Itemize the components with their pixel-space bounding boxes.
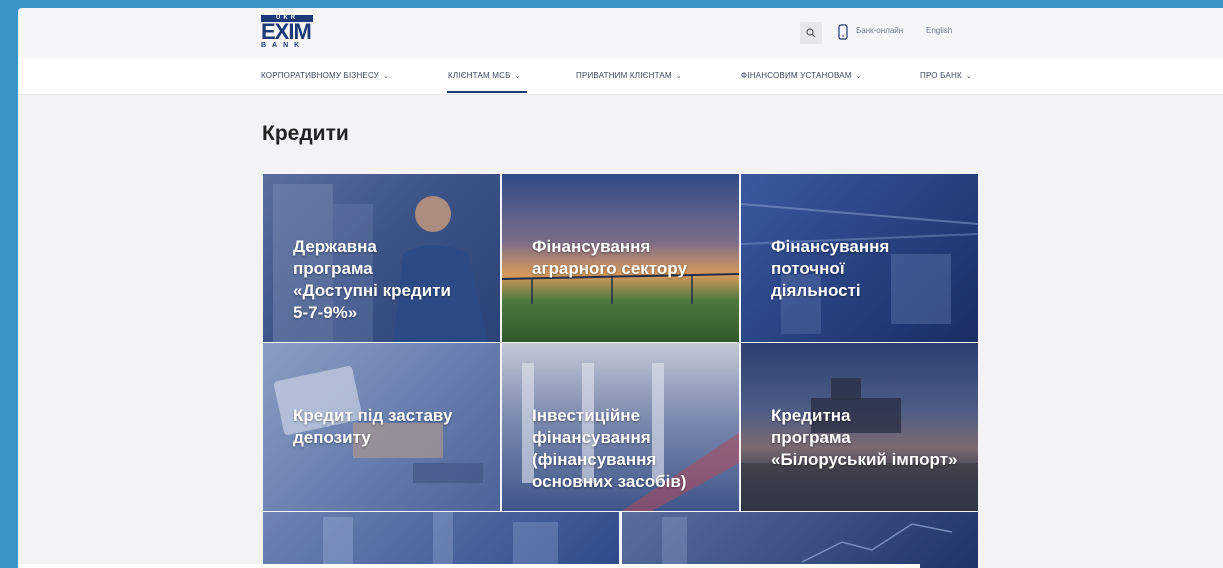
tile-belarus-import[interactable]: Кредитна програма «Білоруський імпорт» xyxy=(741,343,978,511)
logo-main-text: EXIM xyxy=(261,19,312,44)
nav-item-corporate[interactable]: КОРПОРАТИВНОМУ БІЗНЕСУ ⌄ xyxy=(261,71,389,80)
top-header: UKR EXIM BANK Банк-онлайн English xyxy=(18,8,1223,58)
nav-item-label: КОРПОРАТИВНОМУ БІЗНЕСУ xyxy=(261,71,379,80)
nav-item-label: ПРО БАНК xyxy=(920,71,962,80)
tile-label: Державна програма «Доступні кредити 5-7-… xyxy=(293,237,451,322)
nav-item-sme[interactable]: КЛІЄНТАМ МСБ ⌄ xyxy=(448,71,521,80)
tile-investment-financing[interactable]: Інвестиційне фінансування (фінансування … xyxy=(502,343,739,511)
tile-label: Кредитна програма «Білоруський імпорт» xyxy=(771,406,958,469)
chevron-down-icon: ⌄ xyxy=(514,73,521,80)
nav-item-label: КЛІЄНТАМ МСБ xyxy=(448,71,511,80)
main-navigation: КОРПОРАТИВНОМУ БІЗНЕСУ ⌄ КЛІЄНТАМ МСБ ⌄ ПР… xyxy=(18,58,1223,95)
chevron-down-icon: ⌄ xyxy=(855,73,862,80)
chevron-down-icon: ⌄ xyxy=(675,73,682,80)
tile-label: Фінансування поточної діяльності xyxy=(771,237,890,300)
tile-deposit-secured-loan[interactable]: Кредит під заставу депозиту xyxy=(263,343,500,511)
tile-label: Фінансування аграрного сектору xyxy=(532,237,687,278)
chevron-down-icon: ⌄ xyxy=(965,73,972,80)
logo-bottom-text: BANK xyxy=(261,42,306,49)
tile-partial-left[interactable] xyxy=(263,512,619,568)
tile-affordable-loans[interactable]: Державна програма «Доступні кредити 5-7-… xyxy=(263,174,500,342)
ukreximbank-logo[interactable]: UKR EXIM BANK xyxy=(261,15,313,53)
city-image xyxy=(323,512,558,568)
page-title: Кредити xyxy=(262,122,349,145)
nav-item-financial[interactable]: ФІНАНСОВИМ УСТАНОВАМ ⌄ xyxy=(741,71,862,80)
tile-label: Кредит під заставу депозиту xyxy=(293,406,453,447)
nav-item-label: ФІНАНСОВИМ УСТАНОВАМ xyxy=(741,71,852,80)
chevron-down-icon: ⌄ xyxy=(382,73,390,80)
tile-partial-right[interactable] xyxy=(622,512,978,568)
tile-working-capital[interactable]: Фінансування поточної діяльності xyxy=(741,174,978,342)
search-icon xyxy=(806,28,816,38)
footer-strip xyxy=(18,564,920,568)
nav-item-label: ПРИВАТНИМ КЛІЄНТАМ xyxy=(576,71,672,80)
internet-bank-link[interactable]: Банк-онлайн xyxy=(856,26,903,35)
active-nav-indicator xyxy=(447,91,527,93)
nav-item-about[interactable]: ПРО БАНК ⌄ xyxy=(920,71,972,80)
language-switch[interactable]: English xyxy=(926,26,952,35)
nav-item-private[interactable]: ПРИВАТНИМ КЛІЄНТАМ ⌄ xyxy=(576,71,682,80)
browser-page: UKR EXIM BANK Банк-онлайн English КОРПОР… xyxy=(18,8,1223,568)
chart-graphic-image xyxy=(662,517,953,568)
tile-agri-financing[interactable]: Фінансування аграрного сектору xyxy=(502,174,739,342)
phone-icon xyxy=(838,24,848,40)
search-button[interactable] xyxy=(800,22,822,44)
tile-label: Інвестиційне фінансування (фінансування … xyxy=(532,406,687,491)
